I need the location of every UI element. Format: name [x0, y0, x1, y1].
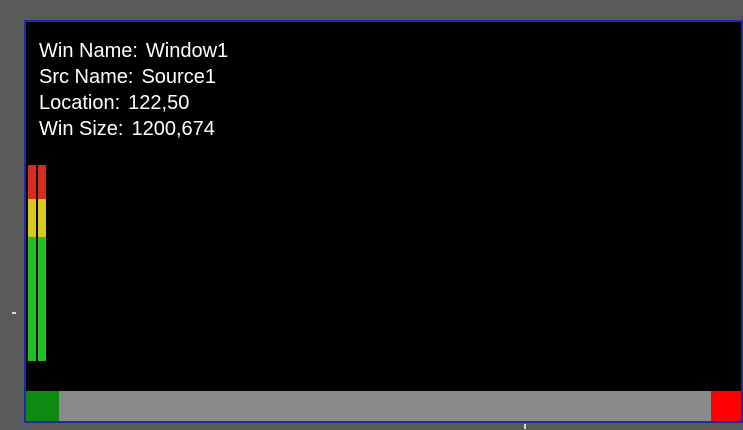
- vu-red-segment: [38, 165, 46, 199]
- src-name-value: Source1: [141, 66, 216, 88]
- audio-level-bar-left: [28, 165, 36, 361]
- window-info-panel: Win Name: Window1 Src Name: Source1 Locati…: [39, 38, 228, 142]
- vu-yellow-segment: [28, 199, 36, 237]
- vu-yellow-segment: [38, 199, 46, 237]
- src-name-row: Src Name: Source1: [39, 64, 228, 90]
- vu-green-segment: [38, 237, 46, 361]
- src-name-label: Src Name:: [39, 66, 134, 88]
- vu-red-segment: [28, 165, 36, 199]
- resize-handle-left[interactable]: [12, 312, 16, 314]
- location-value: 122,50: [128, 92, 190, 114]
- location-row: Location: 122,50: [39, 90, 228, 116]
- location-label: Location:: [39, 92, 121, 114]
- win-size-row: Win Size: 1200,674: [39, 116, 228, 142]
- win-name-row: Win Name: Window1: [39, 38, 228, 64]
- vu-green-segment: [28, 237, 36, 361]
- win-name-value: Window1: [145, 40, 229, 62]
- audio-level-bar-right: [38, 165, 46, 361]
- status-indicator-red[interactable]: [711, 391, 741, 421]
- win-name-label: Win Name:: [39, 40, 138, 62]
- win-size-value: 1200,674: [131, 118, 215, 140]
- audio-level-meter: [28, 165, 46, 361]
- window-preview-frame[interactable]: Win Name: Window1 Src Name: Source1 Locati…: [24, 20, 743, 423]
- status-indicator-green[interactable]: [26, 391, 59, 421]
- win-size-label: Win Size:: [39, 118, 124, 140]
- resize-handle-bottom[interactable]: [524, 424, 526, 429]
- window-status-bar: [26, 391, 741, 421]
